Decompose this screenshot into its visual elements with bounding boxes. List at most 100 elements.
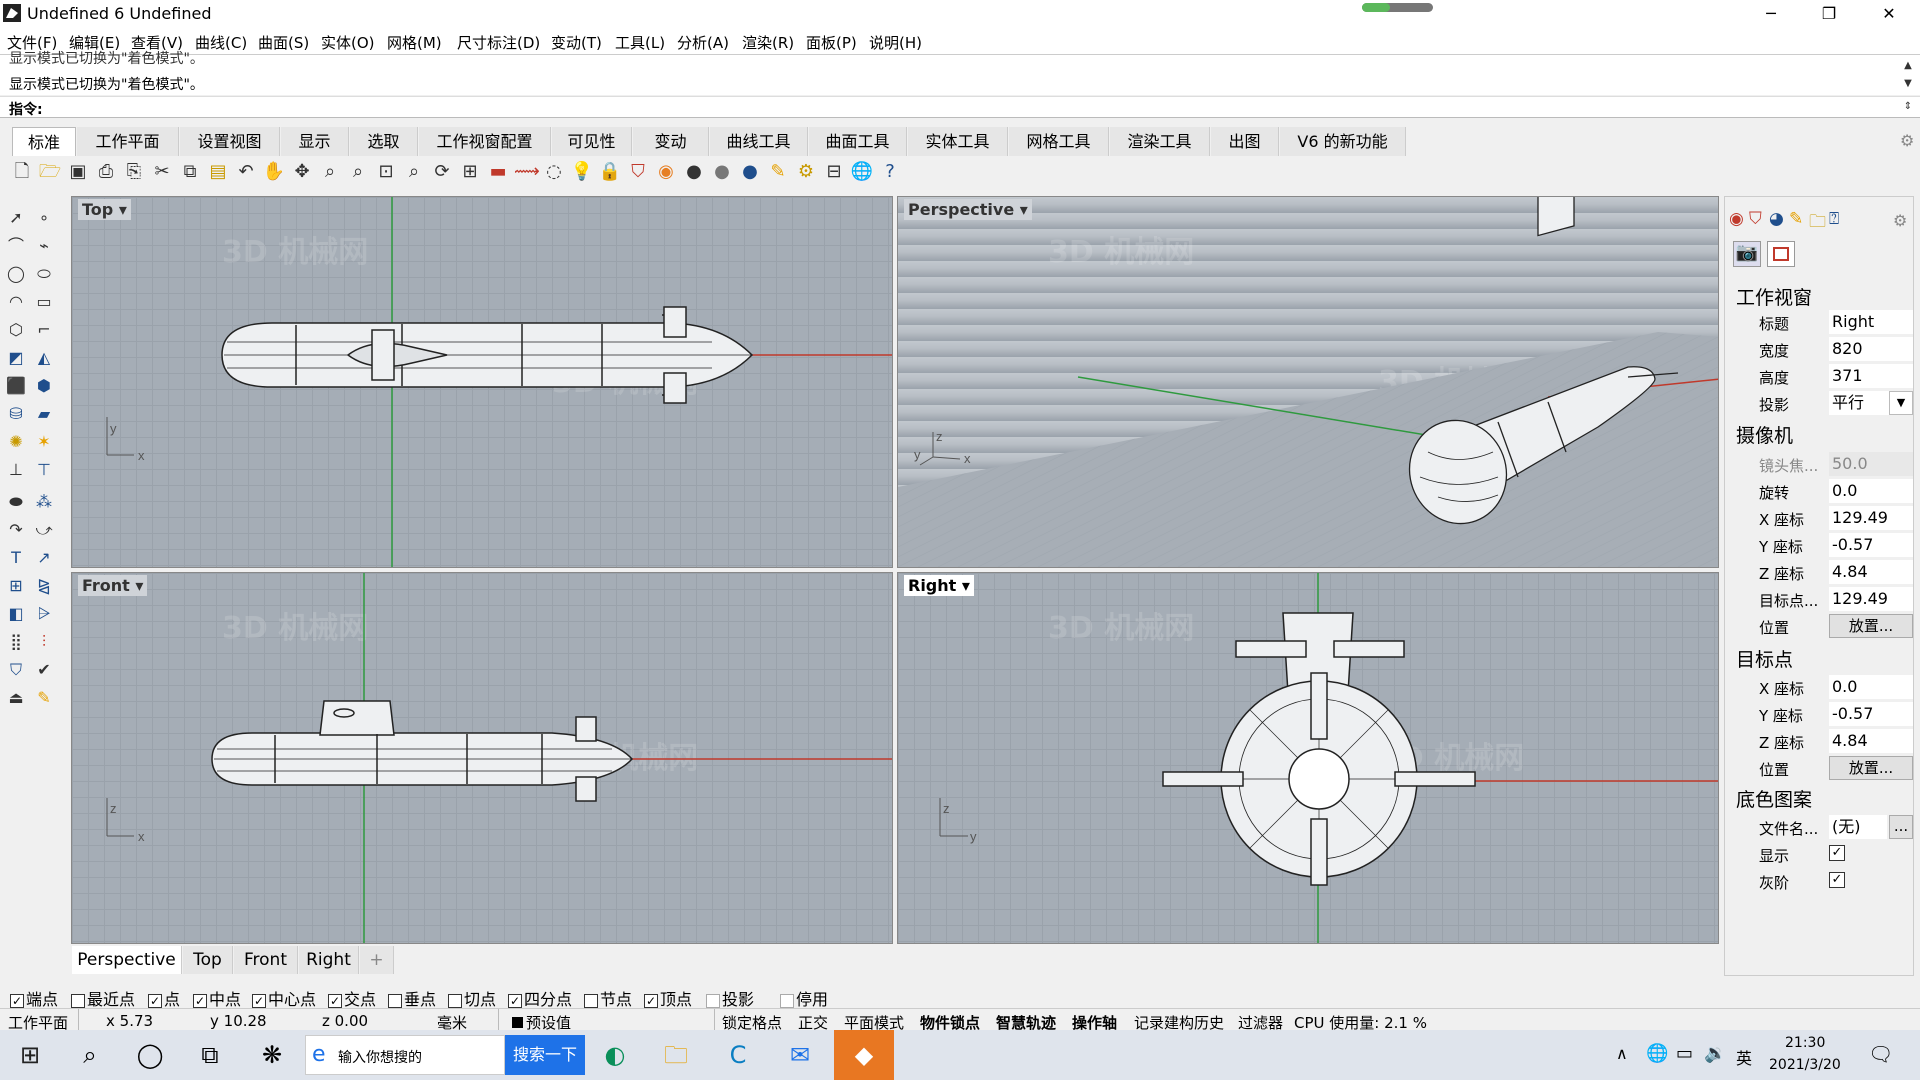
color-wheel-icon[interactable]: ◉: [1729, 209, 1744, 229]
tab-drafting[interactable]: 出图: [1211, 127, 1279, 156]
rotate-view-icon[interactable]: ⟳: [430, 160, 454, 184]
checkbox[interactable]: [448, 993, 462, 1008]
pencil-icon[interactable]: ✎: [766, 160, 790, 184]
mesh-tool-icon[interactable]: ▰: [32, 402, 56, 426]
layout-icon[interactable]: ⊟: [822, 160, 846, 184]
boolean-icon[interactable]: ⬢: [32, 374, 56, 398]
checkbox[interactable]: ✓: [148, 993, 162, 1008]
tab-select[interactable]: 选取: [350, 127, 418, 156]
viewport-tab-front[interactable]: Front: [234, 946, 298, 974]
menu-help[interactable]: 说明(H): [869, 32, 922, 53]
edge-browser-icon[interactable]: ◐: [595, 1038, 635, 1072]
pencil-tool-icon[interactable]: ✎: [32, 686, 56, 710]
gear-icon[interactable]: ⚙: [1900, 131, 1914, 150]
box-icon[interactable]: ⬛: [4, 374, 28, 398]
grayscale-checkbox[interactable]: ✓: [1829, 872, 1845, 888]
menu-render[interactable]: 渲染(R): [742, 32, 794, 53]
pipe-icon[interactable]: ⟿: [514, 160, 540, 184]
open-icon[interactable]: 🗁: [38, 160, 62, 184]
select-icon[interactable]: ➚: [4, 206, 28, 230]
text-icon[interactable]: T: [4, 546, 28, 570]
mirror-icon[interactable]: ⧎: [32, 574, 56, 598]
extend-icon[interactable]: ⤻: [32, 518, 56, 542]
place-target-button[interactable]: 放置...: [1829, 756, 1913, 780]
osnap-near[interactable]: 最近点: [71, 986, 135, 1010]
checkbox[interactable]: [780, 993, 794, 1008]
osnap-knot[interactable]: 节点: [584, 986, 632, 1010]
curve-icon[interactable]: ⌁: [32, 234, 56, 258]
checkbox[interactable]: ✓: [508, 993, 522, 1008]
color-wheel-icon[interactable]: ◉: [654, 160, 678, 184]
checkbox[interactable]: ✓: [252, 993, 266, 1008]
network-icon[interactable]: 🌐: [1646, 1043, 1668, 1064]
material-icon[interactable]: ●: [738, 160, 762, 184]
camera-x-field[interactable]: 129.49: [1829, 506, 1913, 530]
zoom-icon[interactable]: ⌕: [318, 160, 342, 184]
camera-icon[interactable]: 📷: [1733, 241, 1761, 267]
viewport-tab-perspective[interactable]: Perspective: [72, 946, 182, 974]
cylinder-icon[interactable]: ⛁: [4, 402, 28, 426]
checkbox[interactable]: [584, 993, 598, 1008]
join-icon[interactable]: ⬬: [4, 490, 28, 514]
task-view-icon[interactable]: ⧉: [190, 1038, 230, 1072]
place-camera-button[interactable]: 放置...: [1829, 614, 1913, 638]
app-butterfly-icon[interactable]: ❋: [252, 1038, 292, 1072]
width-field[interactable]: 820: [1829, 337, 1913, 361]
target-z-field[interactable]: 4.84: [1829, 729, 1913, 753]
scroll-up-icon[interactable]: ▲: [1898, 57, 1918, 75]
offset-icon[interactable]: ↷: [4, 518, 28, 542]
close-button[interactable]: ✕: [1866, 0, 1912, 28]
camera-y-field[interactable]: -0.57: [1829, 533, 1913, 557]
group-icon[interactable]: ⁂: [32, 490, 56, 514]
tab-viewport-layout[interactable]: 工作视窗配置: [419, 127, 551, 156]
array-icon[interactable]: ⊞: [4, 574, 28, 598]
checkbox[interactable]: ✓: [193, 993, 207, 1008]
tab-cplanes[interactable]: 工作平面: [77, 127, 179, 156]
sphere-icon[interactable]: ●: [682, 160, 706, 184]
menu-dimension[interactable]: 尺寸标注(D): [457, 32, 540, 53]
battery-icon[interactable]: ▭: [1676, 1043, 1693, 1064]
tab-mesh-tools[interactable]: 网格工具: [1009, 127, 1109, 156]
help-panel-icon[interactable]: ⍰: [1829, 209, 1839, 229]
polygon-icon[interactable]: ⬡: [4, 318, 28, 342]
cortana-icon[interactable]: ◯: [130, 1038, 170, 1072]
paste-icon[interactable]: ▤: [206, 160, 230, 184]
command-line[interactable]: 指令: ⇕: [0, 96, 1920, 118]
menu-surface[interactable]: 曲面(S): [258, 32, 309, 53]
filename-field[interactable]: (无): [1829, 815, 1887, 839]
viewport-front[interactable]: 3D 机械网3D 机械网 Front ▾ z x: [71, 572, 893, 944]
rotation-field[interactable]: 0.0: [1829, 479, 1913, 503]
scroll-down-icon[interactable]: ▼: [1898, 75, 1918, 93]
lock-icon[interactable]: 🔒: [598, 160, 622, 184]
show-checkbox[interactable]: ✓: [1829, 845, 1845, 861]
polyline-icon[interactable]: ⌒: [4, 234, 28, 258]
tab-curve-tools[interactable]: 曲线工具: [710, 127, 808, 156]
windows-start-icon[interactable]: ⊞: [10, 1038, 50, 1072]
pan-icon[interactable]: ✋: [262, 160, 286, 184]
app-c-icon[interactable]: C: [718, 1038, 758, 1072]
flow-icon[interactable]: ⩥: [32, 602, 56, 626]
car-icon[interactable]: ▬: [486, 160, 510, 184]
tab-visibility[interactable]: 可见性: [552, 127, 632, 156]
viewport-right[interactable]: 3D 机械网 3D 机械网 Right ▾ z y: [897, 572, 1719, 944]
gear-tool-icon[interactable]: ⚙: [794, 160, 818, 184]
height-field[interactable]: 371: [1829, 364, 1913, 388]
shield-icon[interactable]: ⛉: [1749, 209, 1762, 229]
notification-icon[interactable]: 🗨: [1868, 1042, 1893, 1066]
osnap-mid[interactable]: ✓ 中点: [193, 986, 241, 1010]
trim-icon[interactable]: ⊥: [4, 458, 28, 482]
rectangle-icon[interactable]: ▭: [32, 290, 56, 314]
browse-button[interactable]: ...: [1889, 815, 1913, 839]
chevron-down-icon[interactable]: ▼: [1889, 391, 1913, 415]
viewport-top[interactable]: 3D 机械网3D 机械网 Top ▾ y x: [71, 196, 893, 568]
camera-z-field[interactable]: 4.84: [1829, 560, 1913, 584]
circle-tool-icon[interactable]: ◯: [4, 262, 28, 286]
render-icon[interactable]: ●: [710, 160, 734, 184]
checkbox[interactable]: ✓: [328, 993, 342, 1008]
viewport-frame-icon[interactable]: [1767, 241, 1795, 267]
grid-array-icon[interactable]: ⣿: [4, 630, 28, 654]
cut-icon[interactable]: ✂: [150, 160, 174, 184]
move-icon[interactable]: ✥: [290, 160, 314, 184]
osnap-disable[interactable]: 停用: [780, 986, 828, 1010]
menu-panels[interactable]: 面板(P): [806, 32, 857, 53]
